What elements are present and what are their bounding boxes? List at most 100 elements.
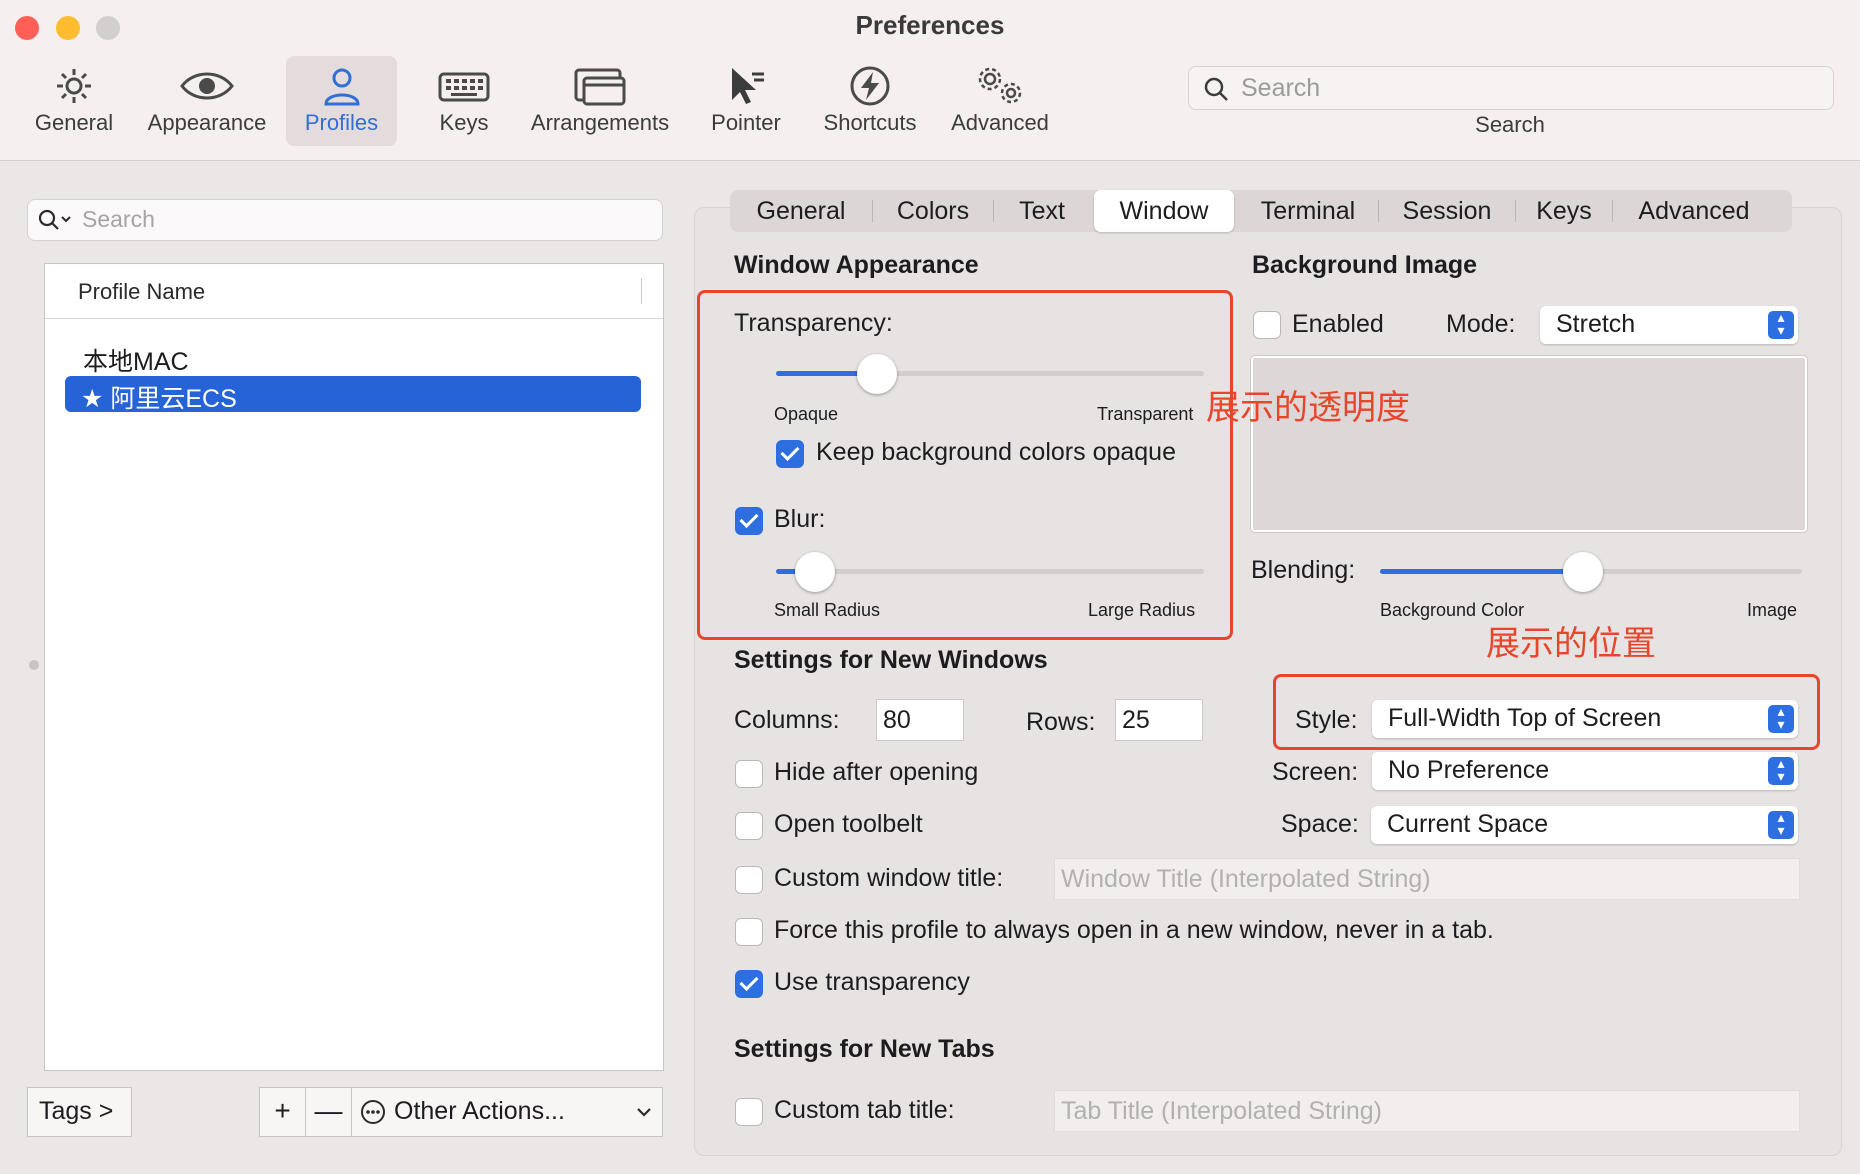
profile-search-placeholder: Search [82,206,155,232]
tab-session[interactable]: Session [1379,190,1515,232]
toolbar-general-label: General [34,110,114,135]
gear-icon [57,69,91,103]
background-enabled-checkbox[interactable] [1253,311,1281,339]
screen-popup[interactable]: No Preference ▴ ▾ [1372,752,1798,790]
hide-after-opening-checkbox[interactable] [735,760,763,788]
custom-tab-title-checkbox[interactable] [735,1098,763,1126]
other-actions-label: Other Actions... [394,1097,565,1125]
transparency-annotation-box [697,290,1233,640]
slider-fill [1380,569,1584,574]
keyboard-icon [438,72,490,102]
blending-slider[interactable] [1380,552,1802,592]
toolbar-search-label: Search [1475,112,1545,137]
tab-advanced[interactable]: Advanced [1613,190,1775,232]
open-toolbelt-checkbox[interactable] [735,812,763,840]
style-annotation-box [1273,674,1820,750]
toolbar-appearance-label: Appearance [147,110,267,135]
mode-value: Stretch [1556,310,1636,338]
chevron-down-icon [637,1108,651,1117]
toolbar-search-placeholder: Search [1241,74,1321,102]
blending-label: Blending: [1251,556,1356,584]
eye-icon [180,72,234,100]
toolbar-general[interactable]: General [26,56,122,146]
custom-window-title-label: Custom window title: [774,864,1004,892]
stepper-arrows-icon: ▴ ▾ [1768,810,1794,839]
person-icon [323,68,360,106]
tab-keys[interactable]: Keys [1516,190,1612,232]
windows-icon [574,68,626,106]
profile-row-label: ★ 阿里云ECS [81,385,237,413]
force-new-window-checkbox[interactable] [735,918,763,946]
tab-terminal[interactable]: Terminal [1238,190,1378,232]
window-appearance-heading: Window Appearance [734,251,979,279]
other-actions-menu[interactable]: Other Actions... [352,1088,662,1136]
use-transparency-checkbox[interactable] [735,970,763,998]
tab-title-field[interactable]: Tab Title (Interpolated String) [1054,1090,1800,1132]
search-menu-icon [38,209,71,230]
blending-max-label: Image [1747,600,1798,620]
tab-title-placeholder: Tab Title (Interpolated String) [1061,1097,1382,1125]
tags-button[interactable]: Tags > [27,1087,132,1137]
profile-row[interactable]: 本地MAC [83,342,189,378]
background-image-heading: Background Image [1252,251,1478,279]
pointer-icon [732,68,764,104]
column-divider [641,278,642,304]
gears-icon [978,67,1022,104]
tab-general[interactable]: General [730,190,872,232]
toolbar-profiles[interactable]: Profiles [286,56,397,146]
open-toolbelt-label: Open toolbelt [774,810,923,838]
tab-colors[interactable]: Colors [873,190,993,232]
space-value: Current Space [1387,810,1549,838]
toolbar-keys[interactable]: Keys [416,56,512,146]
screen-value: No Preference [1388,756,1550,784]
profile-table: Profile Name 本地MAC ★ 阿里云ECS [44,263,664,1071]
window-title: Preferences [855,10,1005,40]
columns-field[interactable]: 80 [876,699,964,741]
profile-name-column-header: Profile Name [78,279,206,304]
force-new-window-label: Force this profile to always open in a n… [774,916,1494,944]
tab-text[interactable]: Text [994,190,1090,232]
new-windows-heading: Settings for New Windows [734,646,1048,674]
toolbar: Preferences General Appearance Profiles … [0,0,1860,161]
new-tabs-heading: Settings for New Tabs [734,1035,995,1063]
profile-actions-group: + — Other Actions... [259,1087,663,1137]
toolbar-appearance[interactable]: Appearance [142,56,272,146]
slider-knob[interactable] [1563,552,1604,592]
toolbar-arrangements[interactable]: Arrangements [524,56,676,146]
columns-label: Columns: [734,706,840,734]
toolbar-pointer-label: Pointer [711,110,781,135]
mode-popup[interactable]: Stretch ▴ ▾ [1540,306,1798,344]
toolbar-advanced-label: Advanced [951,110,1049,135]
space-label: Space: [1281,810,1359,838]
tags-button-label: Tags > [39,1097,114,1125]
space-popup[interactable]: Current Space ▴ ▾ [1371,806,1798,844]
profile-search-field[interactable]: Search [27,199,663,241]
window-title-placeholder: Window Title (Interpolated String) [1061,865,1431,893]
profile-row-selected[interactable]: ★ 阿里云ECS [65,376,641,413]
custom-tab-title-label: Custom tab title: [774,1096,955,1124]
window-title-field[interactable]: Window Title (Interpolated String) [1054,858,1800,900]
toolbar-profiles-label: Profiles [304,110,379,135]
custom-window-title-checkbox[interactable] [735,866,763,894]
toolbar-advanced[interactable]: Advanced [944,56,1056,146]
use-transparency-label: Use transparency [774,968,970,996]
stepper-arrows-icon: ▴ ▾ [1768,756,1794,785]
background-enabled-label: Enabled [1292,310,1384,338]
remove-profile-button[interactable]: — [306,1088,352,1136]
add-profile-button[interactable]: + [260,1088,306,1136]
toolbar-keys-label: Keys [439,110,489,135]
toolbar-search-field[interactable]: Search [1188,66,1834,110]
split-view-handle[interactable] [29,660,39,670]
bolt-icon [850,66,890,106]
toolbar-pointer[interactable]: Pointer [700,56,792,146]
profile-table-header[interactable]: Profile Name [45,264,663,319]
rows-value: 25 [1122,706,1150,734]
columns-value: 80 [883,706,911,734]
mode-label: Mode: [1446,310,1516,338]
toolbar-shortcuts[interactable]: Shortcuts [814,56,926,146]
transparency-annotation-text: 展示的透明度 [1206,388,1410,428]
screen-label: Screen: [1272,758,1359,786]
ellipsis-circle-icon [361,1100,385,1124]
rows-field[interactable]: 25 [1115,699,1203,741]
tab-window[interactable]: Window [1094,190,1234,232]
